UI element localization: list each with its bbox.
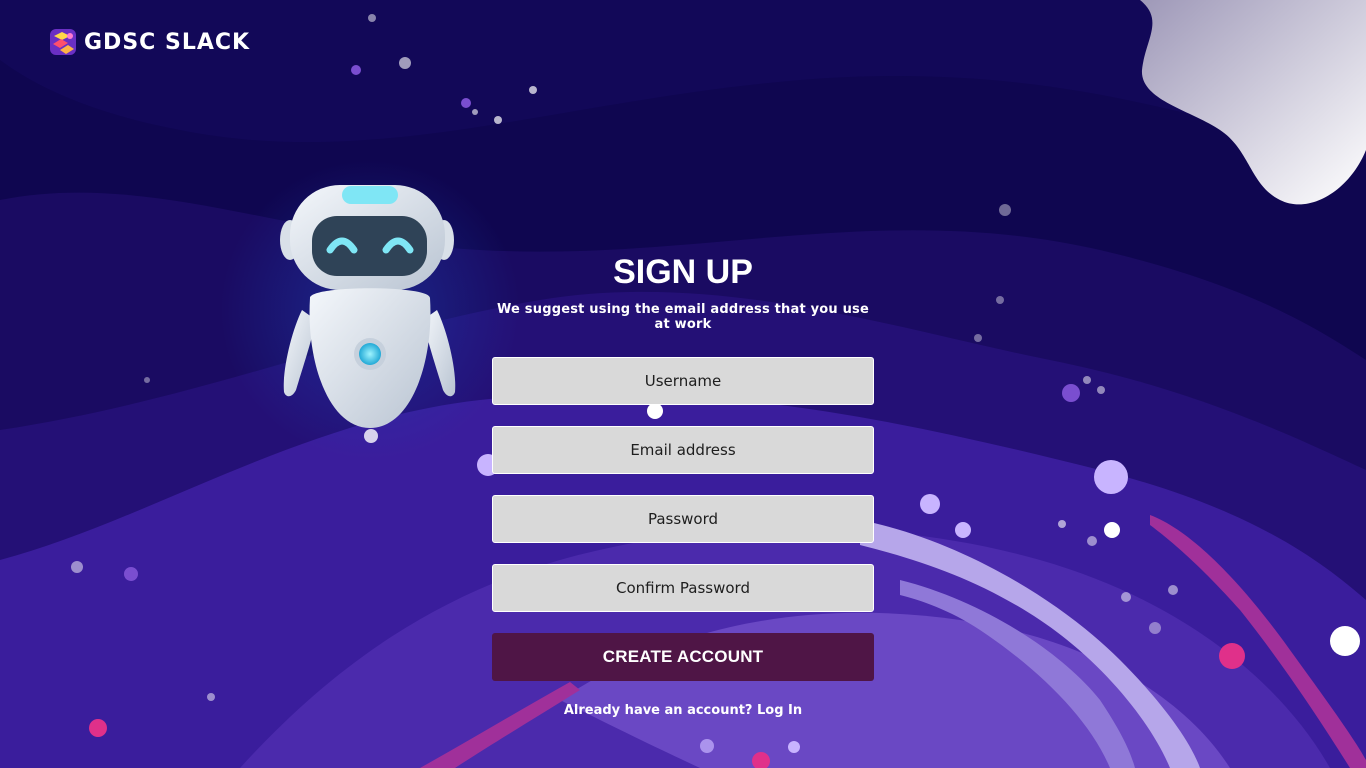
page-title: SIGN UP (613, 253, 753, 291)
email-field[interactable] (492, 426, 874, 474)
username-field[interactable] (492, 357, 874, 405)
create-account-button[interactable]: CREATE ACCOUNT (492, 633, 874, 681)
login-prompt-row: Already have an account? Log In (492, 703, 874, 718)
gdsc-logo-icon (50, 29, 76, 55)
confirm-password-field[interactable] (492, 564, 874, 612)
robot-illustration (280, 185, 456, 428)
brand-logo[interactable]: GDSC SLACK (48, 26, 250, 58)
login-link[interactable]: Log In (757, 703, 802, 718)
login-prompt-text: Already have an account? (563, 703, 753, 718)
password-field[interactable] (492, 495, 874, 543)
signup-subtitle: We suggest using the email address that … (496, 302, 870, 332)
brand-name: GDSC SLACK (84, 29, 251, 55)
signup-form: SIGN UP We suggest using the email addre… (492, 250, 874, 718)
